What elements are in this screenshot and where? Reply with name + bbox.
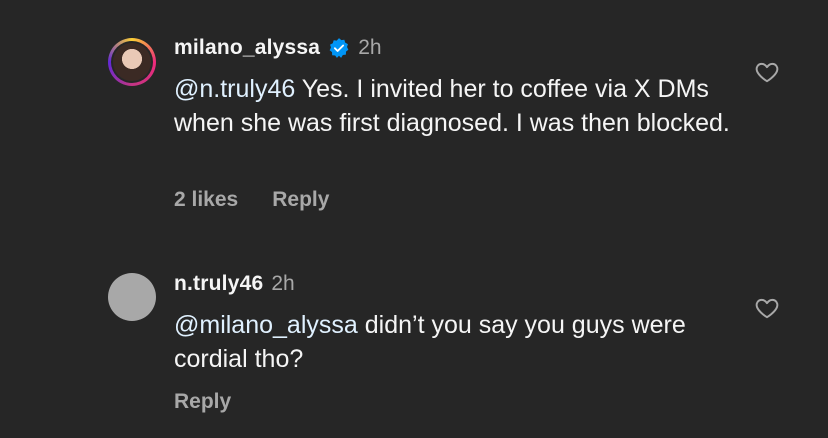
reply-button[interactable]: Reply	[174, 390, 231, 414]
comment-text: @milano_alyssa didn’t you say you guys w…	[174, 308, 734, 376]
avatar[interactable]	[108, 38, 156, 86]
avatar-inner	[111, 41, 153, 83]
comment-actions: 2 likes Reply	[174, 188, 329, 212]
avatar[interactable]	[108, 273, 156, 321]
likes-count[interactable]: 2 likes	[174, 188, 238, 212]
heart-icon[interactable]	[754, 295, 780, 321]
comment-header: n.truly46 2h	[174, 272, 295, 296]
reply-button[interactable]: Reply	[272, 188, 329, 212]
username[interactable]: n.truly46	[174, 272, 263, 296]
comment-time: 2h	[271, 272, 295, 295]
username[interactable]: milano_alyssa	[174, 36, 320, 60]
comment-header: milano_alyssa 2h	[174, 36, 382, 60]
avatar-photo	[113, 43, 151, 81]
comment-actions: Reply	[174, 390, 231, 414]
mention-link[interactable]: @n.truly46	[174, 75, 295, 103]
heart-icon[interactable]	[754, 59, 780, 85]
mention-link[interactable]: @milano_alyssa	[174, 311, 358, 339]
verified-badge-icon	[329, 38, 349, 58]
comment-text: @n.truly46 Yes. I invited her to coffee …	[174, 72, 734, 140]
comment-time: 2h	[358, 36, 382, 59]
